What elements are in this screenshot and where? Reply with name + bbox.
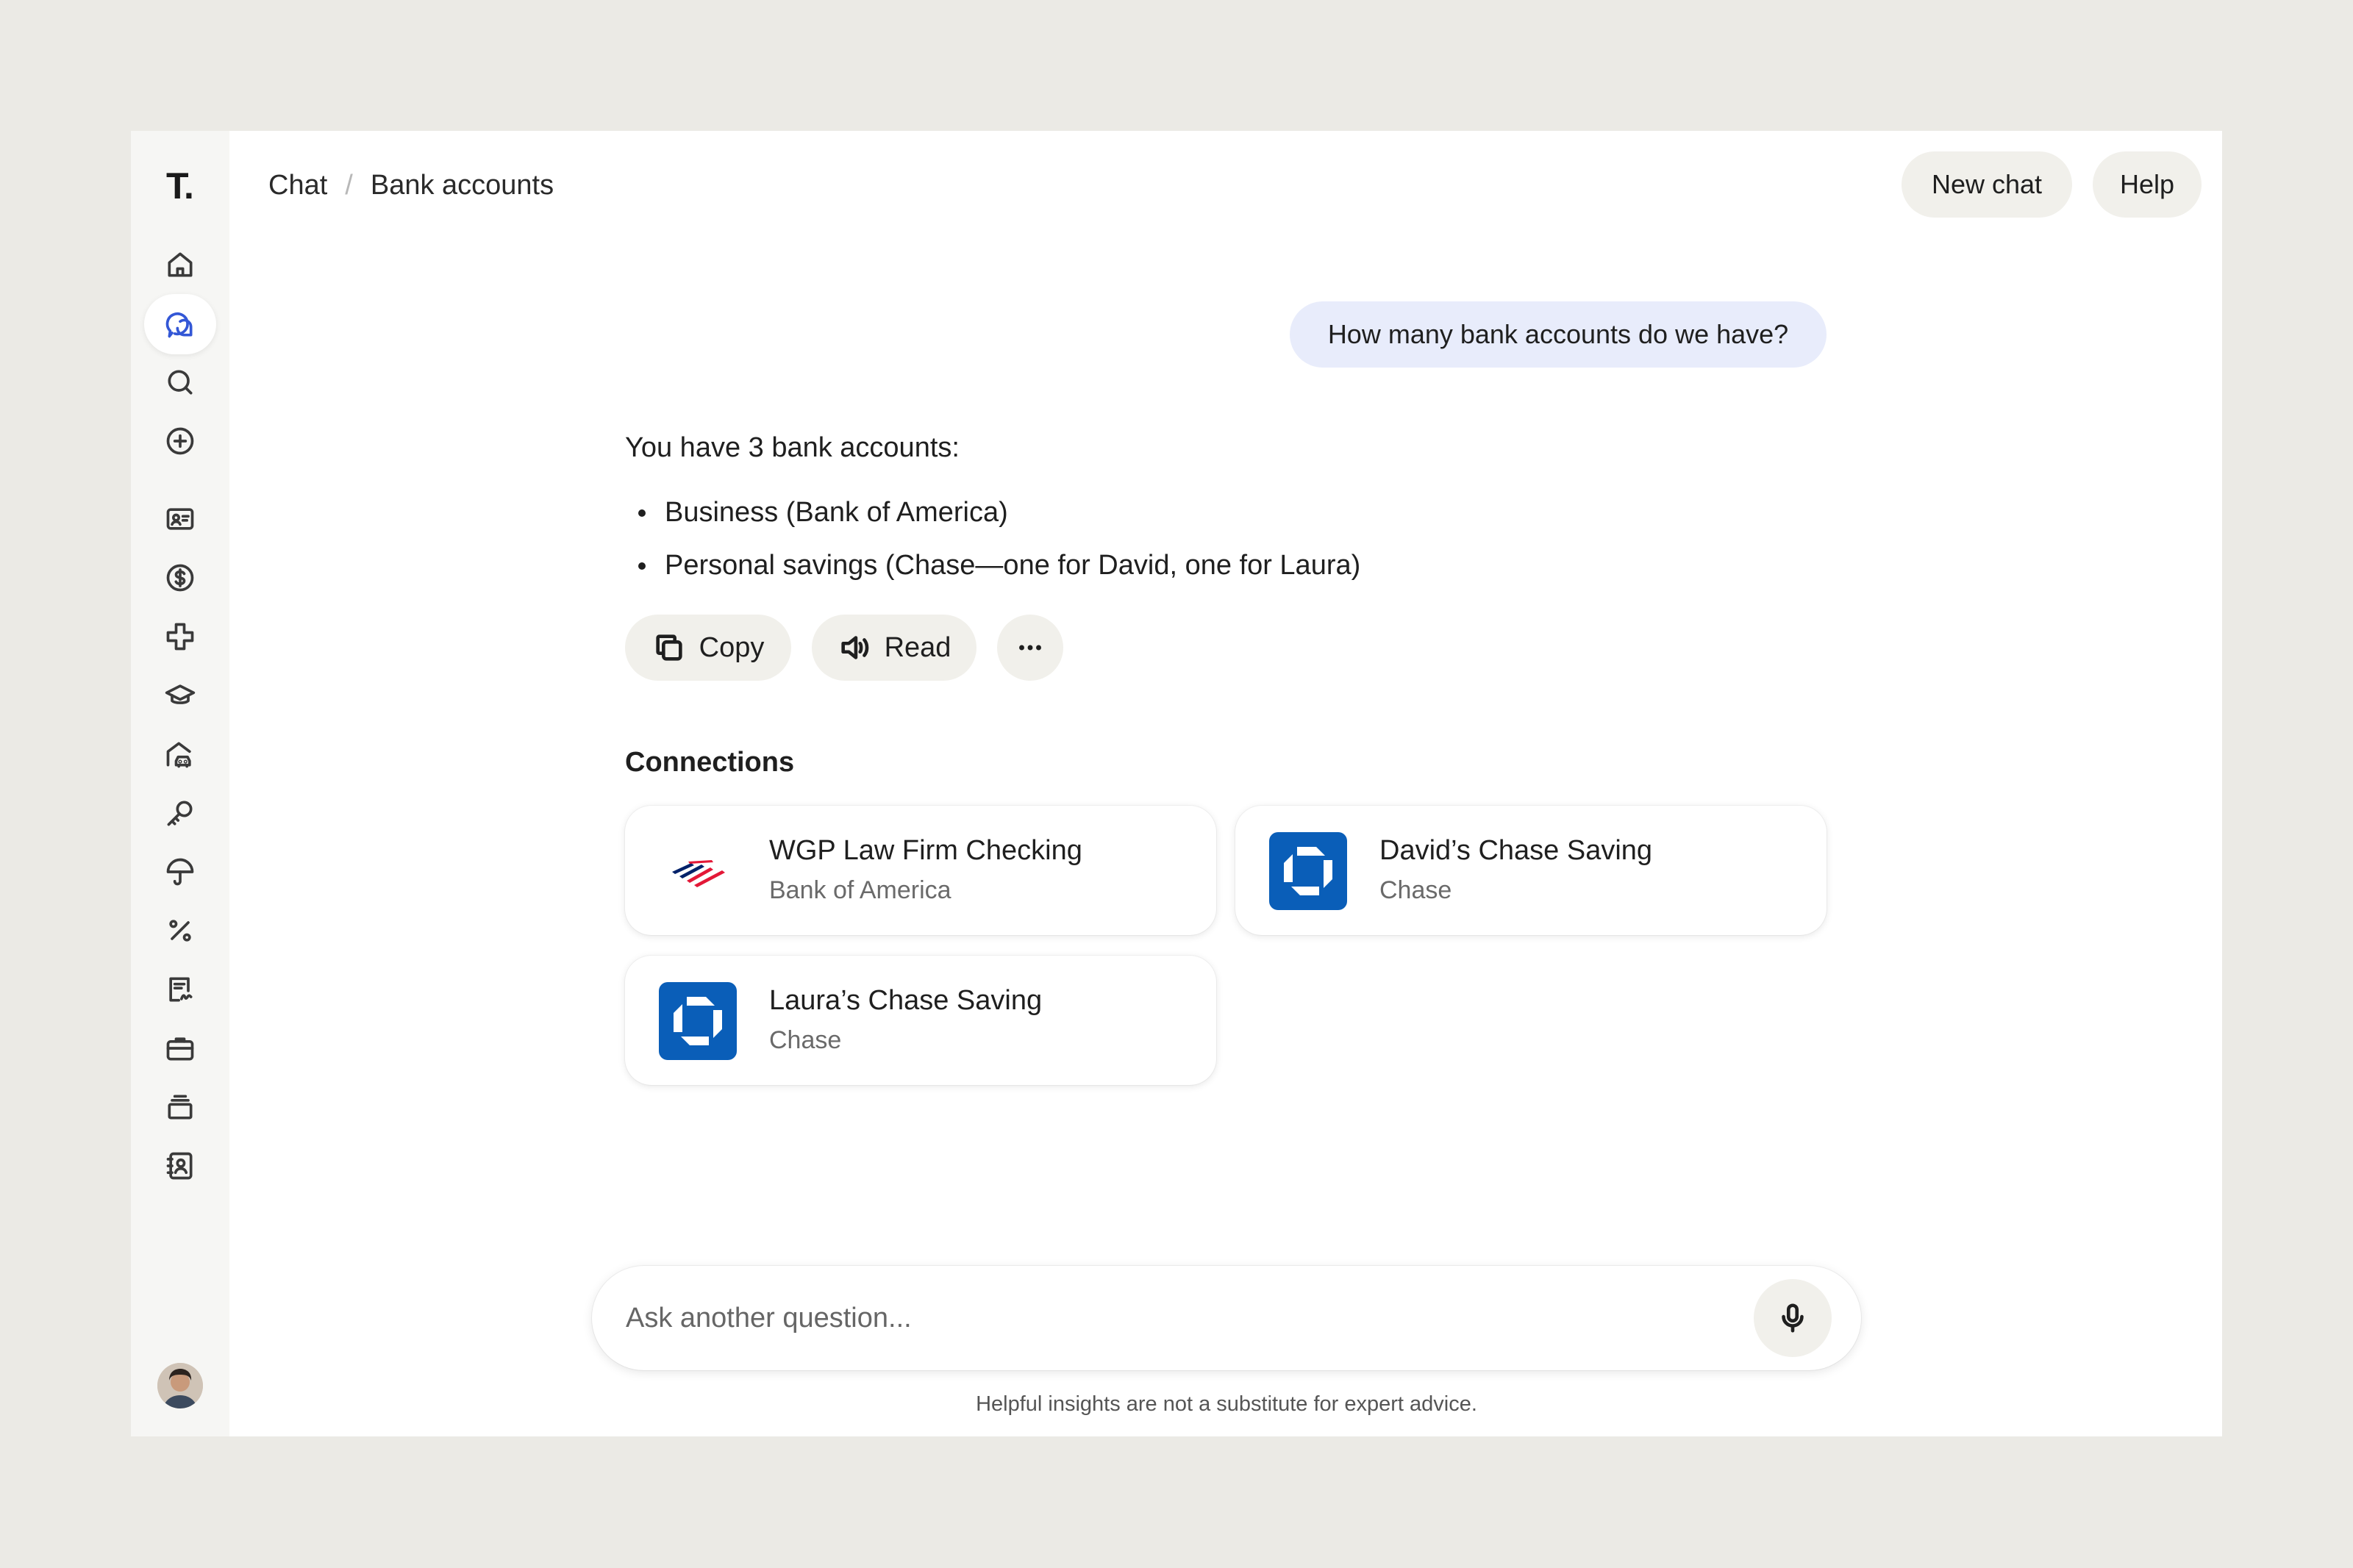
answer-bullet: Business (Bank of America) [638,497,1008,529]
more-button[interactable] [997,615,1063,681]
connections-title: Connections [625,747,795,778]
plus-circle-icon[interactable] [163,423,198,459]
ask-question-box [592,1266,1861,1370]
microphone-icon [1782,1303,1804,1333]
chat-icon[interactable] [163,307,198,342]
answer-bullet-text: Business (Bank of America) [665,497,1008,528]
bullet-dot [638,509,646,517]
help-button[interactable]: Help [2093,151,2202,218]
answer-bullet-text: Personal savings (Chase—one for David, o… [665,550,1361,581]
connection-institution: Chase [1379,876,1452,904]
microphone-button[interactable] [1754,1279,1832,1357]
new-chat-button[interactable]: New chat [1902,151,2072,218]
connection-institution: Bank of America [769,876,951,904]
id-card-icon[interactable] [163,501,198,537]
percent-icon[interactable] [163,913,198,948]
user-avatar[interactable] [157,1363,203,1408]
copy-icon [656,634,682,661]
connection-card-wgp[interactable]: WGP Law Firm Checking Bank of America [625,806,1216,935]
read-button[interactable]: Read [812,615,976,681]
breadcrumb-separator: / [345,169,353,201]
app-logo[interactable]: T. [166,165,194,207]
bullet-dot [638,562,646,570]
breadcrumb: Chat / Bank accounts [268,162,554,209]
connection-name: WGP Law Firm Checking [769,835,1082,866]
home-icon[interactable] [163,247,198,282]
house-car-icon[interactable] [163,737,198,772]
connection-card-laura[interactable]: Laura’s Chase Saving Chase [625,956,1216,1085]
chase-logo [659,982,737,1060]
ask-question-input[interactable] [626,1292,1729,1344]
umbrella-icon[interactable] [163,854,198,889]
breadcrumb-current: Bank accounts [370,169,554,201]
connection-name: Laura’s Chase Saving [769,985,1043,1016]
medical-cross-icon[interactable] [163,619,198,654]
user-message-bubble: How many bank accounts do we have? [1290,301,1827,368]
stack-icon[interactable] [163,1089,198,1125]
search-icon[interactable] [163,365,198,400]
briefcase-icon[interactable] [163,1031,198,1066]
connection-name: David’s Chase Saving [1379,835,1653,866]
copy-label: Copy [699,631,765,663]
app-window: T. Chat / Bank accounts New chat Help Ho… [131,131,2222,1436]
connection-institution: Chase [769,1026,842,1054]
dollar-circle-icon[interactable] [163,560,198,595]
key-icon[interactable] [163,795,198,831]
signed-document-icon[interactable] [163,972,198,1007]
more-icon [1019,645,1041,651]
copy-button[interactable]: Copy [625,615,791,681]
answer-intro: You have 3 bank accounts: [625,432,960,463]
answer-bullet: Personal savings (Chase—one for David, o… [638,550,1360,581]
disclaimer-text: Helpful insights are not a substitute fo… [976,1392,1477,1416]
sidebar: T. [131,131,229,1436]
contacts-icon[interactable] [163,1148,198,1184]
speaker-icon [840,636,868,659]
read-label: Read [884,631,951,663]
connection-card-david[interactable]: David’s Chase Saving Chase [1235,806,1827,935]
breadcrumb-parent[interactable]: Chat [268,170,327,201]
bank-of-america-logo [659,832,737,910]
chase-logo [1269,832,1347,910]
graduation-cap-icon[interactable] [163,678,198,713]
